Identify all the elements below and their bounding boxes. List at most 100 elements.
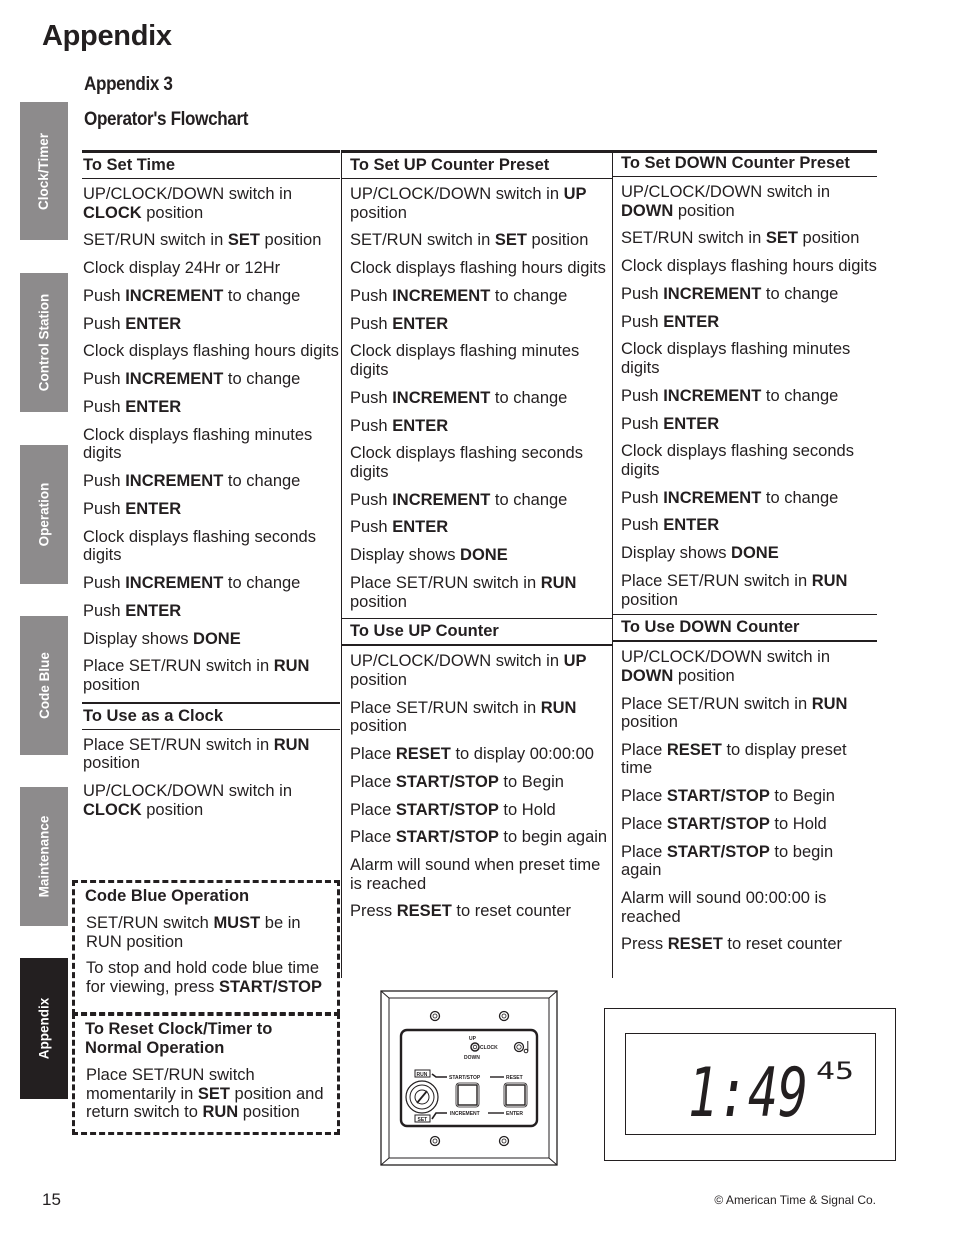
appendix-subtitle: Appendix 3 (84, 74, 173, 95)
step-item: Push INCREMENT to change (620, 285, 877, 304)
step-text: position (673, 666, 735, 685)
step-item: UP/CLOCK/DOWN switch in CLOCK position (82, 185, 340, 222)
step-item: Place START/STOP to Hold (620, 815, 877, 834)
step-item: Push ENTER (349, 417, 612, 436)
step-keyword: RESET (396, 902, 452, 921)
step-item: UP/CLOCK/DOWN switch in CLOCK position (82, 782, 340, 819)
step-text: position (673, 201, 735, 220)
step-keyword: RESET (666, 740, 722, 759)
step-item: Push INCREMENT to change (82, 574, 340, 593)
step-item: Place START/STOP to Hold (349, 801, 612, 820)
step-text: Press (350, 902, 397, 921)
key-set-label: SET (418, 1117, 428, 1123)
side-tab-operation[interactable]: Operation (20, 445, 68, 584)
step-keyword: INCREMENT (125, 370, 224, 389)
step-text: position (350, 203, 407, 222)
step-item: Place START/STOP to begin again (349, 828, 612, 847)
step-item: Push ENTER (82, 602, 340, 621)
copyright-notice: © American Time & Signal Co. (714, 1193, 876, 1207)
step-text: Display shows (350, 546, 461, 565)
step-text: Place (621, 842, 667, 861)
step-text: position (141, 800, 204, 819)
step-item: SET/RUN switch in SET position (620, 229, 877, 248)
step-keyword: SET (227, 231, 260, 250)
step-item: Push INCREMENT to change (82, 370, 340, 389)
step-text: Clock displays flashing hours digits (350, 259, 606, 278)
increment-label: INCREMENT (450, 1111, 480, 1117)
step-text: position (83, 675, 140, 694)
step-text: position (350, 670, 407, 689)
step-text: UP/CLOCK/DOWN switch in (83, 185, 293, 203)
side-tab-control-station[interactable]: Control Station (20, 273, 68, 412)
column-set-time: To Set Time UP/CLOCK/DOWN switch in CLOC… (82, 150, 340, 828)
step-text: SET/RUN switch in (621, 229, 766, 248)
step-keyword: ENTER (663, 414, 720, 433)
step-text: to change (223, 286, 301, 305)
step-keyword: DOWN (621, 666, 674, 685)
step-item: Display shows DONE (349, 546, 612, 565)
step-item: Push INCREMENT to change (620, 387, 877, 406)
side-tab-appendix[interactable]: Appendix (20, 958, 68, 1099)
step-text: Push (350, 490, 393, 509)
steps-set-time: UP/CLOCK/DOWN switch in CLOCK position SE… (82, 179, 340, 694)
step-text: to change (761, 386, 839, 405)
step-text: to change (761, 284, 839, 303)
step-text: Push (83, 398, 126, 417)
step-item: Push ENTER (82, 398, 340, 417)
step-keyword: DOWN (621, 201, 674, 220)
step-item: Place SET/RUN switch in RUN position (620, 695, 877, 732)
step-text: Clock displays flashing minutes digits (350, 342, 580, 379)
step-item: Place RESET to display preset time (620, 741, 877, 778)
step-text: Alarm will sound 00:00:00 is reached (621, 889, 827, 926)
step-text: UP/CLOCK/DOWN switch in (350, 185, 564, 203)
step-item: Place START/STOP to begin again (620, 843, 877, 880)
step-keyword: CLOCK (83, 800, 142, 819)
step-item: Push ENTER (620, 516, 877, 535)
step-text: Place SET/RUN switch in (621, 572, 812, 591)
step-text: to change (223, 370, 301, 389)
step-text: Place SET/RUN switch in (83, 657, 274, 676)
step-keyword: ENTER (125, 314, 182, 333)
step-item: Clock displays flashing seconds digits (82, 528, 340, 565)
step-text: Place SET/RUN switch in (350, 698, 541, 717)
step-item: Clock display 24Hr or 12Hr (82, 259, 340, 278)
step-keyword: START/STOP (395, 772, 499, 791)
side-tab-maintenance[interactable]: Maintenance (20, 787, 68, 926)
step-item: Clock displays flashing minutes digits (82, 426, 340, 463)
step-text: Push (621, 386, 664, 405)
step-text: to Begin (498, 772, 564, 791)
step-text: Clock display 24Hr or 12Hr (83, 259, 281, 278)
step-text: Place SET/RUN switch in (83, 735, 274, 754)
side-tab-clock-timer[interactable]: Clock/Timer (20, 102, 68, 240)
step-item: SET/RUN switch in SET position (82, 231, 340, 250)
step-text: position (83, 754, 140, 773)
step-text: Clock displays flashing seconds digits (350, 444, 583, 481)
step-item: UP/CLOCK/DOWN switch in UP position (349, 185, 612, 222)
step-text: to Hold (498, 800, 556, 819)
step-text: to change (490, 286, 568, 305)
step-item: Clock displays flashing hours digits (349, 259, 612, 278)
switch-down-label: DOWN (464, 1055, 480, 1061)
enter-label: ENTER (506, 1111, 523, 1117)
step-item: Push INCREMENT to change (82, 472, 340, 491)
steps-use-clock: Place SET/RUN switch in RUN position UP/C… (82, 730, 340, 819)
step-item: Clock displays flashing seconds digits (620, 442, 877, 479)
step-item: Push ENTER (82, 315, 340, 334)
step-text: Push (83, 499, 126, 518)
step-text: Push (621, 284, 664, 303)
step-text: position (797, 229, 860, 248)
step-text: SET/RUN switch (86, 914, 214, 932)
step-keyword: DONE (193, 629, 241, 648)
step-text: Push (83, 472, 126, 491)
step-keyword: RUN (273, 657, 310, 676)
step-item: Place SET/RUN switch in RUN position (349, 574, 612, 611)
step-item: Place SET/RUN switch in RUN position (349, 699, 612, 736)
step-keyword: RUN (273, 735, 310, 754)
step-text: to Begin (769, 787, 835, 806)
step-item: UP/CLOCK/DOWN switch in DOWN position (620, 648, 877, 685)
side-tab-code-blue[interactable]: Code Blue (20, 616, 68, 755)
step-item: Clock displays flashing minutes digits (349, 342, 612, 379)
step-text: Clock displays flashing hours digits (83, 342, 339, 361)
step-text: position (350, 717, 407, 736)
step-text: position (141, 203, 204, 222)
